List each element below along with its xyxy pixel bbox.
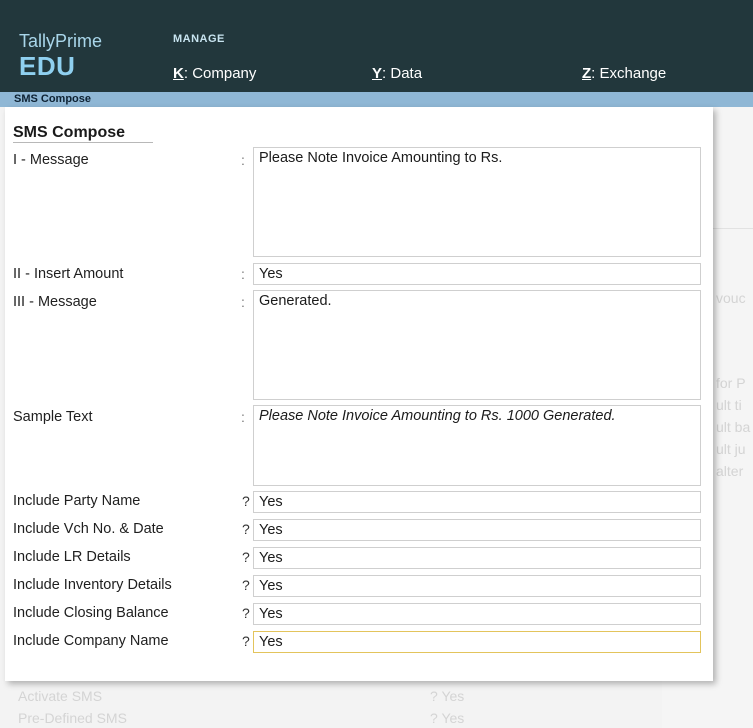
sample-text-label: Sample Text <box>13 409 93 425</box>
include-party-name-separator: ? <box>242 493 250 509</box>
background-text: ult ti <box>716 397 742 413</box>
menu-data-label: Data <box>390 65 423 82</box>
sms-compose-dialog: SMS Compose I - Message : Please Note In… <box>5 107 713 681</box>
insert-amount-separator: : <box>241 266 245 282</box>
menu-company-label: Company <box>192 65 257 82</box>
background-text: ult ju <box>716 441 746 457</box>
include-inventory-details-field[interactable]: Yes <box>253 575 701 597</box>
message3-separator: : <box>241 294 245 310</box>
menu-exchange-shortcut: Z <box>582 65 592 82</box>
include-company-name-separator: ? <box>242 633 250 649</box>
background-row-value: ? Yes <box>430 710 465 726</box>
menu-data[interactable]: Y: Data <box>372 65 422 82</box>
include-inventory-details-separator: ? <box>242 577 250 593</box>
insert-amount-label: II - Insert Amount <box>13 266 124 282</box>
brand-edition: EDU <box>19 51 76 81</box>
background-row-label: Activate SMS <box>18 688 103 704</box>
dialog-title-underline <box>13 142 153 143</box>
message1-textarea[interactable]: Please Note Invoice Amounting to Rs. <box>253 147 701 257</box>
background-text: ult ba <box>716 419 751 435</box>
brand-name: TallyPrime <box>19 31 103 51</box>
include-company-name-field[interactable]: Yes <box>253 631 701 653</box>
background-row-label: Pre-Defined SMS <box>18 710 127 726</box>
message1-label: I - Message <box>13 152 89 168</box>
sample-text-separator: : <box>241 409 245 425</box>
insert-amount-field[interactable]: Yes <box>253 263 701 285</box>
include-vch-no-date-field[interactable]: Yes <box>253 519 701 541</box>
include-closing-balance-separator: ? <box>242 605 250 621</box>
include-party-name-field[interactable]: Yes <box>253 491 701 513</box>
dialog-title: SMS Compose <box>13 124 126 141</box>
include-vch-no-date-label: Include Vch No. & Date <box>13 521 164 537</box>
screen-title-bar <box>0 92 753 107</box>
include-closing-balance-label: Include Closing Balance <box>13 605 169 621</box>
include-lr-details-separator: ? <box>242 549 250 565</box>
include-inventory-details-label: Include Inventory Details <box>13 577 172 593</box>
background-text: for P <box>716 375 746 391</box>
menu-company-shortcut: K <box>173 65 184 82</box>
include-lr-details-field[interactable]: Yes <box>253 547 701 569</box>
include-party-name-label: Include Party Name <box>13 493 141 509</box>
message3-textarea[interactable]: Generated. <box>253 290 701 400</box>
menu-exchange-label: Exchange <box>599 65 667 82</box>
include-closing-balance-field[interactable]: Yes <box>253 603 701 625</box>
include-lr-details-label: Include LR Details <box>13 549 131 565</box>
sample-text-preview: Please Note Invoice Amounting to Rs. 100… <box>253 405 701 486</box>
background-text: vouc <box>716 290 746 306</box>
background-row-value: ? Yes <box>430 688 465 704</box>
background-text: alter <box>716 463 744 479</box>
menu-data-shortcut: Y <box>372 65 383 82</box>
message3-label: III - Message <box>13 294 97 310</box>
menu-exchange[interactable]: Z: Exchange <box>582 65 666 82</box>
include-company-name-label: Include Company Name <box>13 633 169 649</box>
background-row-value-text: Yes <box>441 710 465 726</box>
screen-title: SMS Compose <box>14 93 92 105</box>
manage-section-label: MANAGE <box>173 33 225 45</box>
menu-company[interactable]: K: Company <box>173 65 256 82</box>
background-row-value-text: Yes <box>441 688 465 704</box>
include-vch-no-date-separator: ? <box>242 521 250 537</box>
message1-separator: : <box>241 152 245 168</box>
